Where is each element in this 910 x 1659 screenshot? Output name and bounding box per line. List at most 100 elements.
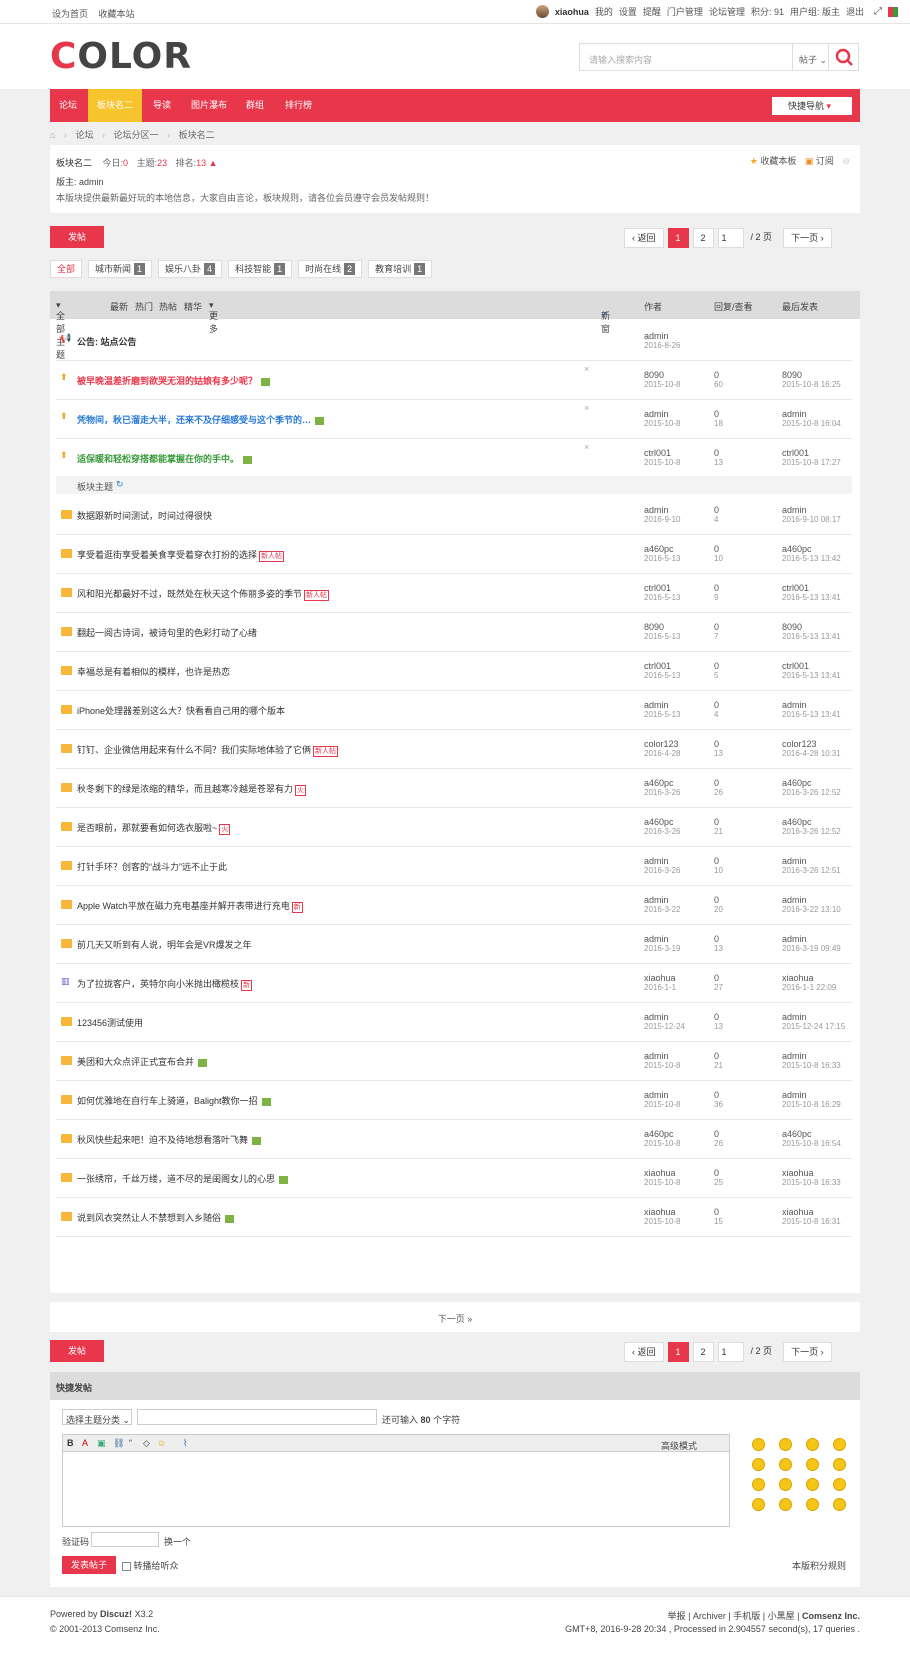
thread-title[interactable]: 前几天又听到有人说，明年会是VR爆发之年 <box>77 938 252 951</box>
code-icon[interactable]: ◇ <box>143 1438 150 1449</box>
my-link[interactable]: 我的 <box>595 5 613 18</box>
announcement-title[interactable]: 公告: 站点公告 <box>77 335 137 348</box>
cat-entertainment[interactable]: 娱乐八卦 4 <box>158 260 223 278</box>
emoji-icon[interactable] <box>833 1438 846 1451</box>
filter-hotpost[interactable]: 热帖 <box>159 300 177 313</box>
thread-lastpost[interactable]: xiaohua 2015-10-8 16:31 <box>782 1207 841 1227</box>
emoji-icon[interactable] <box>752 1498 765 1511</box>
cat-tech[interactable]: 科技智能 1 <box>228 260 293 278</box>
thread-author[interactable]: admin 2016-3-19 <box>644 934 680 954</box>
thread-author[interactable]: a460pc 2016-5-13 <box>644 544 680 564</box>
smiley-icon[interactable]: ☺ <box>157 1438 166 1448</box>
usergroup-link[interactable]: 用户组: 版主 <box>790 5 840 18</box>
nav-picture-waterfall[interactable]: 图片瀑布 <box>182 89 236 122</box>
points-link[interactable]: 积分: 91 <box>751 5 784 18</box>
attachment-icon[interactable]: ⌇ <box>183 1438 187 1449</box>
thread-row[interactable]: 秋冬剩下的绿是浓缩的精华，而且越寒冷越是苍翠有力火 a460pc 2016-3-26… <box>56 767 852 808</box>
nav-guide[interactable]: 导读 <box>144 89 180 122</box>
page-1-bottom[interactable]: 1 <box>667 1342 689 1362</box>
collapse-icon[interactable]: ⊖ <box>842 156 850 166</box>
notify-link[interactable]: 提醒 <box>643 5 661 18</box>
thread-title[interactable]: 享受着逛街享受着美食享受着穿衣打扮的选择 新人帖 <box>77 548 285 562</box>
fullscreen-icon[interactable]: ⤢ <box>874 6 882 17</box>
thread-author[interactable]: ctrl001 2015-10-8 <box>644 448 680 468</box>
thread-title[interactable]: iPhone处理器差别这么大？快看看自己用的哪个版本 <box>77 704 285 717</box>
thread-row[interactable]: 美团和大众点评正式宣布合并 admin 2015-10-8 0 21 admin 2015-… <box>56 1040 852 1081</box>
thread-author[interactable]: 8090 2016-5-13 <box>644 622 680 642</box>
next-page-button-bottom[interactable]: 下一页 › <box>783 1342 832 1362</box>
thread-author[interactable]: admin 2015-10-8 <box>644 1090 680 1110</box>
thread-lastpost[interactable]: admin 2016-5-13 13:41 <box>782 700 841 720</box>
thread-lastpost[interactable]: xiaohua 2016-1-1 22:09 <box>782 973 836 993</box>
page-1[interactable]: 1 <box>667 228 689 248</box>
refresh-icon[interactable]: ↻ <box>116 479 124 490</box>
thread-author[interactable]: admin 2015-12-24 <box>644 1012 685 1032</box>
message-textarea[interactable] <box>62 1452 730 1527</box>
sticky-thread-row[interactable]: ⬆ 被早晚温差折磨到欲哭无泪的姑娘有多少呢？ × 8090 2015-10-8 0 60 80… <box>56 359 852 400</box>
thread-lastpost[interactable]: admin 2016-9-10 08:17 <box>782 505 841 525</box>
thread-lastpost[interactable]: ctrl001 2016-5-13 13:41 <box>782 583 841 603</box>
bold-icon[interactable]: B <box>67 1438 74 1448</box>
back-button-bottom[interactable]: ‹ 返回 <box>624 1342 664 1362</box>
thread-row[interactable]: 享受着逛街享受着美食享受着穿衣打扮的选择 新人帖 a460pc 2016-5-13 0 1… <box>56 533 852 574</box>
thread-title[interactable]: 是否眼前，那就要看如何选衣服啦~ 火 <box>77 821 231 835</box>
thread-author[interactable]: a460pc 2015-10-8 <box>644 1129 680 1149</box>
cat-all[interactable]: 全部 <box>50 260 83 278</box>
thread-author[interactable]: admin 2016-3-26 <box>644 856 680 876</box>
thread-title[interactable]: 适保暖和轻松穿搭都能掌握在你的手中。 <box>77 452 253 465</box>
thread-title[interactable]: 123456测试使用 <box>77 1016 143 1029</box>
thread-row[interactable]: iPhone处理器差别这么大？快看看自己用的哪个版本 admin 2016-5-13… <box>56 689 852 730</box>
search-input[interactable]: 请输入搜索内容 <box>589 53 652 66</box>
thread-author[interactable]: ctrl001 2016-5-13 <box>644 583 680 603</box>
thread-title[interactable]: 秋风快些起来吧！迫不及待地想看落叶飞舞 <box>77 1133 262 1146</box>
thread-row[interactable]: 123456测试使用 admin 2015-12-24 0 13 admin 2015-12… <box>56 1001 852 1042</box>
thread-row[interactable]: 前几天又听到有人说，明年会是VR爆发之年 admin 2016-3-19 0 13 adm… <box>56 923 852 964</box>
thread-lastpost[interactable]: admin 2016-3-26 12:51 <box>782 856 841 876</box>
thread-row[interactable]: ▥ 为了拉拢客户，英特尔向小米抛出橄榄枝新 xiaohua 2016-1-1 0 27 xi… <box>56 962 852 1003</box>
filter-hot[interactable]: 热门 <box>135 300 153 313</box>
emoji-icon[interactable] <box>752 1438 765 1451</box>
thread-author[interactable]: color123 2016-4-28 <box>644 739 680 759</box>
thread-author[interactable]: ctrl001 2016-5-13 <box>644 661 680 681</box>
thread-author[interactable]: xiaohua 2016-1-1 <box>644 973 676 993</box>
nav-groups[interactable]: 群组 <box>237 89 273 122</box>
emoji-icon[interactable] <box>806 1438 819 1451</box>
crumb-board[interactable]: 板块名二 <box>179 130 215 140</box>
thread-title[interactable]: 打针手环？创客的“战斗力”远不止于此 <box>77 860 227 873</box>
close-icon[interactable]: × <box>584 403 589 413</box>
thread-lastpost[interactable]: 8090 2016-5-13 13:41 <box>782 622 841 642</box>
nav-ranking[interactable]: 排行榜 <box>276 89 321 122</box>
thread-title[interactable]: 凭物间，秋已溜走大半，还来不及仔细感受与这个季节的… <box>77 413 325 426</box>
next-page-button[interactable]: 下一页 › <box>783 228 832 248</box>
thread-lastpost[interactable]: a460pc 2015-10-8 16:54 <box>782 1129 841 1149</box>
mobile-link[interactable]: 手机版 <box>733 1611 760 1621</box>
quick-nav-button[interactable]: 快捷导航 ▾ <box>772 97 852 115</box>
cat-city-news[interactable]: 城市新闻 1 <box>88 260 153 278</box>
submit-post-button[interactable]: 发表帖子 <box>62 1556 116 1574</box>
close-icon[interactable]: × <box>584 442 589 452</box>
report-link[interactable]: 举报 <box>668 1611 686 1621</box>
thread-row[interactable]: 翻起一阅古诗词，被诗句里的色彩打动了心绪 8090 2016-5-13 0 7 8090 2… <box>56 611 852 652</box>
back-button[interactable]: ‹ 返回 <box>624 228 664 248</box>
thread-author[interactable]: 8090 2015-10-8 <box>644 370 680 390</box>
advanced-mode-link[interactable]: 高级模式 <box>661 1439 697 1452</box>
thread-author[interactable]: xiaohua 2015-10-8 <box>644 1207 680 1227</box>
thread-title[interactable]: Apple Watch平放在磁力充电基座并解开表带进行充电新 <box>77 899 303 913</box>
thread-lastpost[interactable]: admin 2015-10-8 16:33 <box>782 1051 841 1071</box>
thread-author[interactable]: a460pc 2016-3-26 <box>644 778 680 798</box>
new-post-button[interactable]: 发帖 <box>50 226 104 248</box>
forum-admin-link[interactable]: 论坛管理 <box>709 5 745 18</box>
set-homepage-link[interactable]: 设为首页 <box>52 9 88 19</box>
subscribe-link[interactable]: 订阅 <box>816 156 834 166</box>
thread-lastpost[interactable]: admin 2016-3-22 13:10 <box>782 895 841 915</box>
thread-row[interactable]: 数据跟新时间测试，时间过得很快 admin 2016-9-10 0 4 admin 2016… <box>56 494 852 535</box>
next-page-link[interactable]: 下一页 » <box>50 1312 860 1325</box>
thread-author[interactable]: admin 2015-10-8 <box>644 409 680 429</box>
thread-row[interactable]: 说到风衣突然让人不禁想到入乡随俗 xiaohua 2015-10-8 0 15 xiaoh… <box>56 1196 852 1237</box>
blackroom-link[interactable]: 小黑屋 <box>768 1611 795 1621</box>
emoji-icon[interactable] <box>779 1478 792 1491</box>
thread-author[interactable]: admin 2016-9-10 <box>644 505 680 525</box>
thread-author[interactable]: a460pc 2016-3-26 <box>644 817 680 837</box>
bookmark-link[interactable]: 收藏本站 <box>99 9 135 19</box>
thread-author[interactable]: admin 2016-5-13 <box>644 700 680 720</box>
